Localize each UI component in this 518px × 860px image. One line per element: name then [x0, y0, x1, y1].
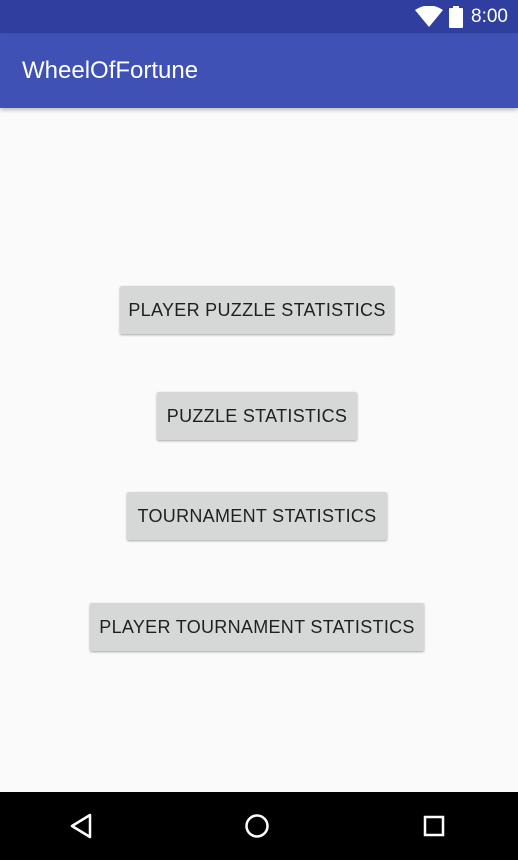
- navigation-bar: [0, 792, 518, 860]
- player-puzzle-statistics-button[interactable]: PLAYER PUZZLE STATISTICS: [120, 286, 394, 334]
- wifi-icon: [415, 6, 444, 27]
- status-bar: 8:00: [0, 0, 518, 33]
- app-bar: WheelOfFortune: [0, 33, 518, 108]
- app-screen: 8:00 WheelOfFortune PLAYER PUZZLE STATIS…: [0, 0, 518, 860]
- player-tournament-statistics-button[interactable]: PLAYER TOURNAMENT STATISTICS: [90, 603, 424, 651]
- status-icons: 8:00: [415, 6, 508, 28]
- home-icon: [245, 814, 269, 838]
- battery-icon: [449, 6, 464, 28]
- main-content: PLAYER PUZZLE STATISTICS PUZZLE STATISTI…: [0, 108, 518, 792]
- back-button[interactable]: [61, 806, 101, 846]
- status-time: 8:00: [471, 6, 508, 27]
- tournament-statistics-button[interactable]: TOURNAMENT STATISTICS: [127, 492, 387, 540]
- recents-button[interactable]: [414, 806, 454, 846]
- puzzle-statistics-button[interactable]: PUZZLE STATISTICS: [157, 392, 357, 440]
- app-title: WheelOfFortune: [22, 57, 199, 84]
- back-icon: [70, 813, 92, 839]
- recents-icon: [423, 815, 445, 837]
- home-button[interactable]: [237, 806, 277, 846]
